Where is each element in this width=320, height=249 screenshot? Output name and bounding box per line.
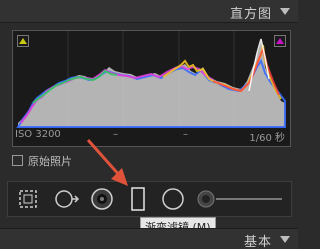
panel-title: 直方图 [229,7,272,22]
exif-shutter: 1/60 秒 [249,133,285,144]
radial-filter-icon[interactable] [161,187,185,211]
collapse-triangle-icon[interactable] [280,236,290,243]
exif-sep-1: – [113,129,118,140]
spot-removal-icon[interactable] [54,188,80,210]
shadow-clip-triangle-icon [19,38,27,44]
basic-panel-header[interactable]: 基本 [0,228,298,249]
exif-sep-2: – [183,129,188,140]
highlight-clip-triangle-icon [276,38,284,44]
shadow-clipping-toggle[interactable] [17,35,29,47]
graduated-filter-icon[interactable] [130,186,146,212]
highlight-clipping-toggle[interactable] [274,35,286,47]
crop-overlay-icon[interactable] [18,189,38,209]
exif-iso: ISO 3200 [15,129,61,140]
collapse-triangle-icon[interactable] [280,8,290,15]
adjustment-brush-icon[interactable] [196,189,286,209]
original-photo-checkbox[interactable] [12,155,23,166]
histogram-panel-header[interactable]: 直方图 [0,0,298,23]
red-eye-correction-icon[interactable] [90,187,114,211]
exif-info-row: ISO 3200 – – 1/60 秒 [15,129,289,144]
tool-strip [7,181,292,217]
basic-panel-title: 基本 [243,235,272,249]
original-photo-label: 原始照片 [28,155,72,168]
histogram-panel: 直方图 ISO 3200 – – 1/60 秒 原始照片 基本 [0,0,298,249]
